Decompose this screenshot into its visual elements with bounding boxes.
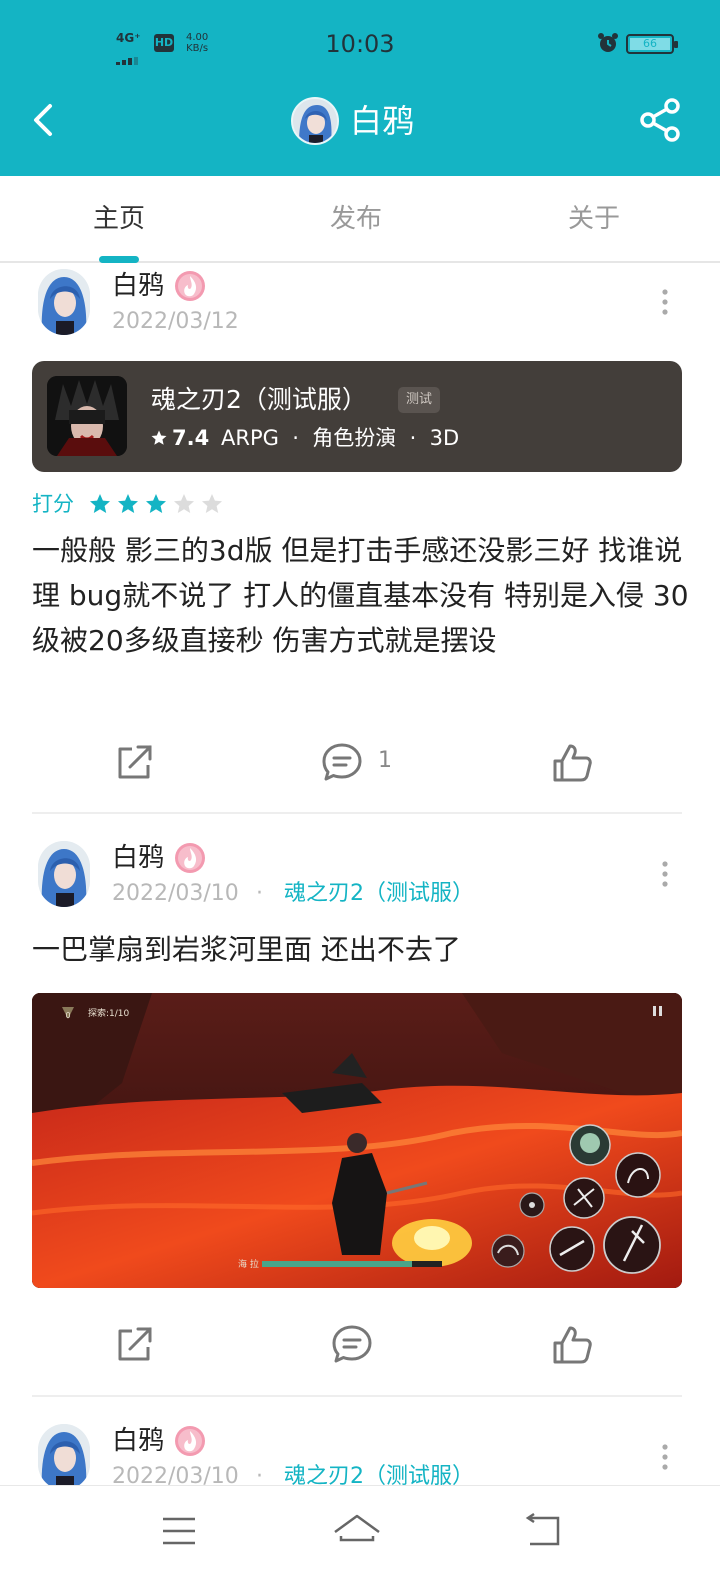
author-name[interactable]: 白鸦 [112,269,164,303]
alarm-icon [598,33,618,52]
post-divider [32,812,682,814]
post-feed[interactable]: 白鸦 2022/03/12 魂之刃2（测试服） 测试 7.4 ARPG · 角色… [0,263,720,1485]
post-divider [32,1395,682,1397]
tab-posts[interactable]: 发布 [276,202,436,236]
rating-label: 打分 [32,492,74,516]
more-icon[interactable] [658,1442,672,1472]
comment-icon[interactable] [330,1323,374,1367]
user-avatar[interactable] [291,97,339,145]
game-icon [47,376,127,456]
hud-quest-level: 0 [65,1011,70,1020]
author-avatar[interactable] [38,1424,90,1485]
post-text[interactable]: 一巴掌扇到岩浆河里面 还出不去了 [32,927,692,972]
game-name: 魂之刃2（测试服） [151,385,367,414]
comment-count: 1 [378,748,392,773]
tab-home[interactable]: 主页 [39,202,199,236]
level-badge-icon [175,1426,205,1456]
back-icon[interactable] [26,96,66,144]
system-nav-bar [0,1485,720,1584]
home-icon[interactable] [327,1506,387,1556]
author-name[interactable]: 白鸦 [112,1424,164,1458]
level-badge-icon [175,843,205,873]
star-icon [202,494,222,513]
post-date: 2022/03/12 [112,309,239,334]
post-actions [0,1313,720,1373]
post-actions: 1 [0,731,720,791]
rating-stars [88,492,228,516]
page-title: 白鸦 [350,102,415,140]
status-bar: 4G⁺ HD 4.00 KB/s 10:03 66 [0,0,720,84]
star-icon [90,494,110,513]
level-badge-icon [175,271,205,301]
share-icon[interactable] [112,741,156,785]
game-meta: ARPG · 角色扮演 · 3D [221,426,460,450]
star-icon [151,430,167,445]
star-icon [118,494,138,513]
meta-separator: · [256,881,263,906]
back-icon[interactable] [514,1506,574,1556]
post-image[interactable]: 0 探索:1/10 海 拉 [32,993,682,1288]
like-icon[interactable] [550,741,594,785]
like-icon[interactable] [550,1323,594,1367]
app-header: 4G⁺ HD 4.00 KB/s 10:03 66 白鸦 [0,0,720,176]
game-rating: 7.4 [172,426,210,450]
menu-icon[interactable] [149,1506,209,1556]
share-icon[interactable] [636,96,684,144]
tab-bar: 主页 发布 关于 [0,176,720,263]
more-icon[interactable] [658,287,672,317]
hud-boss-name: 海 拉 [238,1258,259,1270]
post-game-link[interactable]: 魂之刃2（测试服） [284,880,474,908]
post-game-link[interactable]: 魂之刃2（测试服） [284,1463,474,1485]
author-name[interactable]: 白鸦 [112,841,164,875]
more-icon[interactable] [658,859,672,889]
game-card[interactable]: 魂之刃2（测试服） 测试 7.4 ARPG · 角色扮演 · 3D [32,361,682,472]
author-avatar[interactable] [38,841,90,907]
star-icon [146,494,166,513]
battery-level: 66 [630,38,670,50]
star-icon [174,494,194,513]
comment-icon[interactable] [320,741,364,785]
hud-quest: 探索:1/10 [88,1007,130,1019]
post-text[interactable]: 一般般 影三的3d版 但是打击手感还没影三好 找谁说理 bug就不说了 打人的僵… [32,528,692,663]
battery-icon: 66 [626,34,678,54]
share-icon[interactable] [112,1323,156,1367]
meta-separator: · [256,1464,263,1485]
author-avatar[interactable] [38,269,90,335]
game-tag: 测试 [398,387,441,413]
post-date: 2022/03/10 [112,881,239,906]
post-date: 2022/03/10 [112,1464,239,1485]
tab-about[interactable]: 关于 [514,202,674,236]
active-tab-indicator [99,256,139,263]
